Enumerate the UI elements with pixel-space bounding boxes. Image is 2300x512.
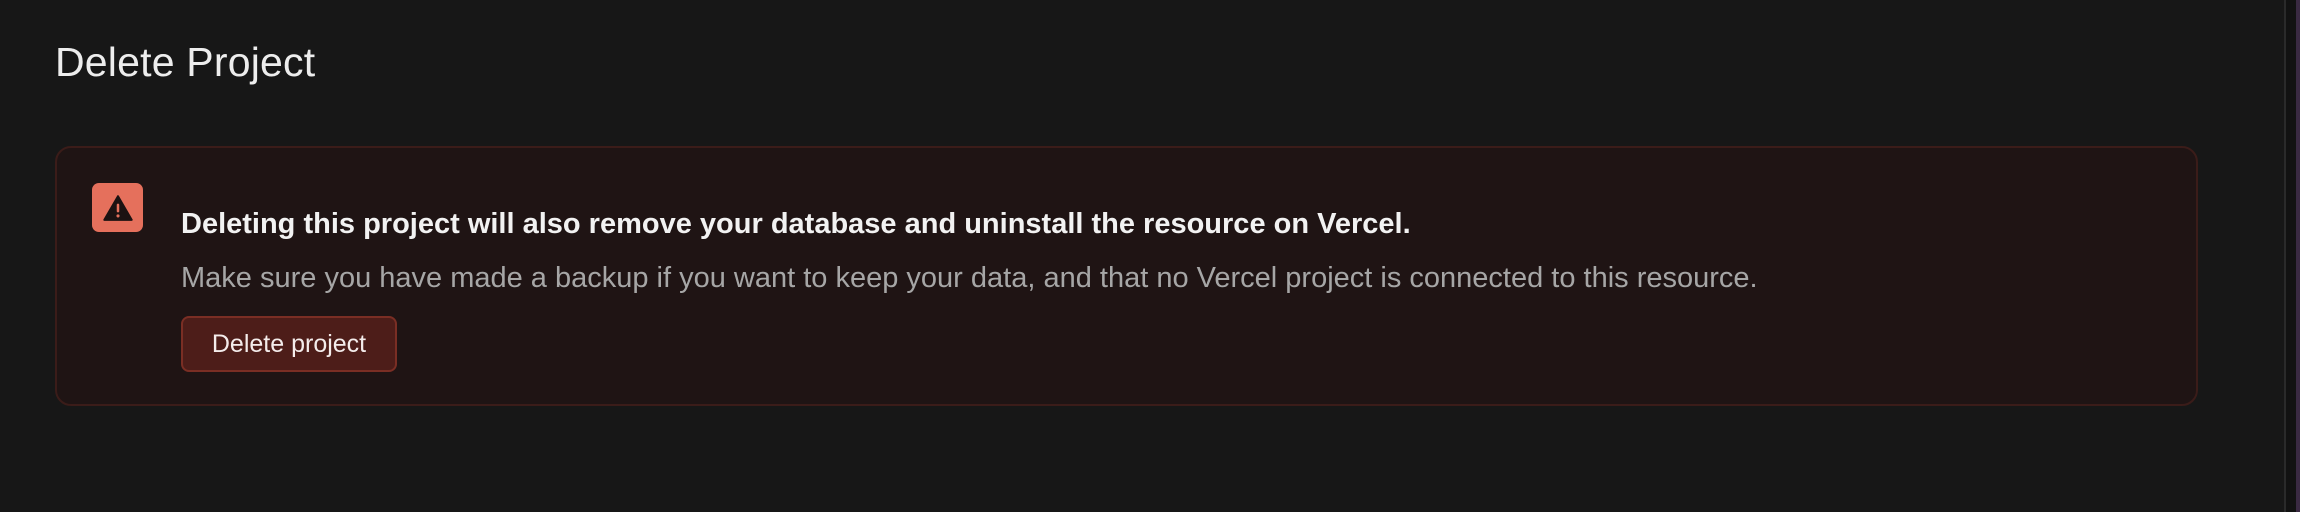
alert-description: Make sure you have made a backup if you … bbox=[181, 262, 1758, 294]
window-edge-accent bbox=[2296, 0, 2300, 512]
alert-heading: Deleting this project will also remove y… bbox=[181, 208, 1411, 240]
warning-icon-badge bbox=[92, 183, 143, 232]
delete-project-button[interactable]: Delete project bbox=[181, 316, 397, 372]
warning-triangle-icon bbox=[102, 194, 133, 221]
danger-alert: Deleting this project will also remove y… bbox=[55, 146, 2198, 406]
delete-project-page: Delete Project Deleting this project wil… bbox=[0, 0, 2300, 512]
page-title: Delete Project bbox=[55, 39, 316, 85]
